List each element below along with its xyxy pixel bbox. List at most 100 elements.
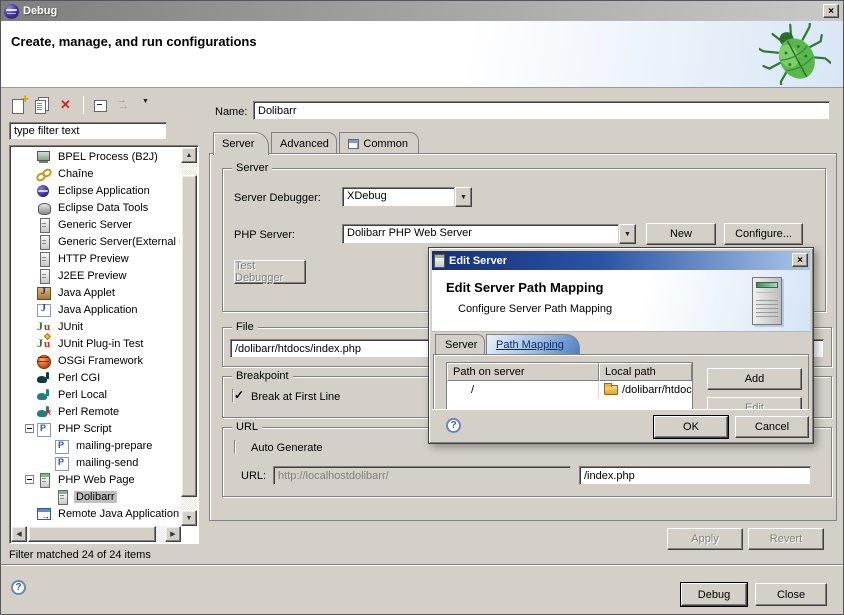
cancel-button[interactable]: Cancel	[735, 416, 809, 438]
apply-button[interactable]: Apply	[667, 528, 743, 550]
tree-item-label: JUnit	[56, 321, 85, 333]
rjava-icon	[36, 506, 52, 522]
chain-icon	[36, 166, 52, 182]
scroll-up-icon[interactable]: ▲	[181, 147, 197, 163]
footer-separator	[1, 564, 843, 566]
collapse-expander-icon[interactable]	[25, 424, 34, 433]
break-first-line-checkbox[interactable]	[232, 389, 234, 403]
tree-item-label: Dolibarr	[74, 491, 117, 503]
tree-vertical-scrollbar[interactable]: ▲ ▼	[181, 147, 197, 526]
tree-item-php-script[interactable]: PHP Script	[11, 420, 180, 437]
tree-item-label: mailing-send	[74, 457, 140, 469]
vertical-scroll-thumb[interactable]	[181, 175, 197, 497]
tree-item-junit[interactable]: JUnit	[11, 318, 180, 335]
menu-dropdown-icon[interactable]	[138, 95, 158, 115]
url-path-input[interactable]: /index.php	[579, 466, 811, 485]
revert-button[interactable]: Revert	[748, 528, 824, 550]
filter-input[interactable]: type filter text	[9, 122, 167, 140]
column-header-path-on-server[interactable]: Path on server	[447, 363, 599, 381]
tab-advanced[interactable]: Advanced	[271, 132, 337, 154]
tree-item-label: Perl Local	[56, 389, 109, 401]
php-server-label: PHP Server:	[234, 229, 295, 241]
edit-server-dialog: Edit Server × Edit Server Path Mapping C…	[428, 247, 814, 444]
php-icon	[54, 455, 70, 471]
php-icon	[54, 438, 70, 454]
chevron-down-icon[interactable]: ▼	[619, 224, 636, 244]
tree-item-mailing-send[interactable]: mailing-send	[11, 454, 180, 471]
banner-title: Create, manage, and run configurations	[11, 34, 257, 49]
help-icon[interactable]: ?	[11, 580, 26, 595]
tree-horizontal-scrollbar[interactable]: ◀ ▶	[11, 526, 181, 542]
tree-item-java-applet[interactable]: Java Applet	[11, 284, 180, 301]
scroll-right-icon[interactable]: ▶	[165, 526, 181, 542]
window-close-button[interactable]: ×	[823, 4, 839, 18]
tree-item-remote-java-application[interactable]: Remote Java Application	[11, 505, 180, 522]
tree-item-mailing-prepare[interactable]: mailing-prepare	[11, 437, 180, 454]
tree-item-label: Java Applet	[56, 287, 117, 299]
configure-button[interactable]: Configure...	[724, 223, 803, 245]
add-button[interactable]: Add	[707, 368, 802, 390]
ok-button[interactable]: OK	[654, 416, 728, 438]
db-icon	[36, 200, 52, 216]
delete-icon[interactable]	[57, 95, 77, 115]
debug-configurations-window: Debug × Create, manage, and run configur…	[0, 0, 844, 615]
tree-item-label: Generic Server	[56, 219, 134, 231]
dialog-help-icon[interactable]: ?	[446, 418, 461, 433]
dialog-banner: Create, manage, and run configurations	[1, 21, 843, 88]
test-debugger-button[interactable]: Test Debugger	[234, 260, 306, 284]
php-icon	[36, 421, 52, 437]
tree-item-java-application[interactable]: Java Application	[11, 301, 180, 318]
url-label: URL:	[241, 470, 266, 482]
osgi-icon	[36, 353, 52, 369]
edit-server-heading: Edit Server Path Mapping	[446, 280, 603, 295]
tab-server[interactable]: Server	[213, 132, 269, 155]
scroll-down-icon[interactable]: ▼	[181, 510, 197, 526]
tree-item-generic-server-external-la[interactable]: Generic Server(External La	[11, 233, 180, 250]
tree-item-cha-ne[interactable]: Chaîne	[11, 165, 180, 182]
duplicate-icon[interactable]	[33, 95, 53, 115]
table-row[interactable]: / /dolibarr/htdocs	[447, 381, 692, 399]
tree-item-dolibarr[interactable]: Dolibarr	[11, 488, 180, 505]
horizontal-scroll-thumb[interactable]	[28, 526, 156, 542]
tree-item-eclipse-data-tools[interactable]: Eclipse Data Tools	[11, 199, 180, 216]
edit-server-titlebar[interactable]: Edit Server ×	[432, 251, 810, 270]
chevron-down-icon[interactable]: ▼	[455, 187, 472, 207]
tree-item-j2ee-preview[interactable]: J2EE Preview	[11, 267, 180, 284]
php-server-select[interactable]: Dolibarr PHP Web Server▼	[342, 224, 636, 244]
tree-item-perl-local[interactable]: Perl Local	[11, 386, 180, 403]
new-server-button[interactable]: New	[646, 223, 716, 245]
perl-icon	[36, 387, 52, 403]
folder-icon	[604, 385, 618, 395]
tree-item-http-preview[interactable]: HTTP Preview	[11, 250, 180, 267]
dialog-tab-path-mapping[interactable]: Path Mapping	[486, 334, 580, 354]
tree-item-junit-plug-in-test[interactable]: JUnit Plug-in Test	[11, 335, 180, 352]
close-button[interactable]: Close	[755, 583, 827, 606]
path-mapping-table[interactable]: Path on server Local path / /dolibarr/ht…	[446, 362, 693, 414]
tree-item-bpel-process-b2j-[interactable]: BPEL Process (B2J)	[11, 148, 180, 165]
collapse-all-icon[interactable]	[90, 95, 110, 115]
junit-icon	[36, 336, 52, 352]
column-header-local-path[interactable]: Local path	[599, 363, 692, 381]
edit-server-close-button[interactable]: ×	[792, 253, 808, 267]
window-title: Debug	[23, 5, 57, 17]
tree-item-perl-cgi[interactable]: Perl CGI	[11, 369, 180, 386]
name-input[interactable]: Dolibarr	[253, 101, 830, 120]
tree-item-generic-server[interactable]: Generic Server	[11, 216, 180, 233]
perl-icon	[36, 370, 52, 386]
window-titlebar[interactable]: Debug ×	[1, 1, 843, 21]
auto-generate-checkbox[interactable]	[234, 440, 236, 454]
debug-button[interactable]: Debug	[681, 583, 747, 606]
tab-common[interactable]: Common	[339, 132, 419, 154]
filter-icon[interactable]	[114, 95, 134, 115]
server-debugger-select[interactable]: XDebug▼	[342, 187, 472, 207]
dialog-tab-server[interactable]: Server	[435, 334, 485, 354]
tree-item-osgi-framework[interactable]: OSGi Framework	[11, 352, 180, 369]
edit-server-title: Edit Server	[449, 255, 507, 267]
new-config-icon[interactable]	[9, 95, 29, 115]
tree-item-eclipse-application[interactable]: Eclipse Application	[11, 182, 180, 199]
tree-item-php-web-page[interactable]: PHP Web Page	[11, 471, 180, 488]
collapse-expander-icon[interactable]	[25, 475, 34, 484]
tree-item-perl-remote[interactable]: Perl Remote	[11, 403, 180, 420]
scroll-left-icon[interactable]: ◀	[11, 526, 27, 542]
file-group-title: File	[232, 321, 258, 333]
